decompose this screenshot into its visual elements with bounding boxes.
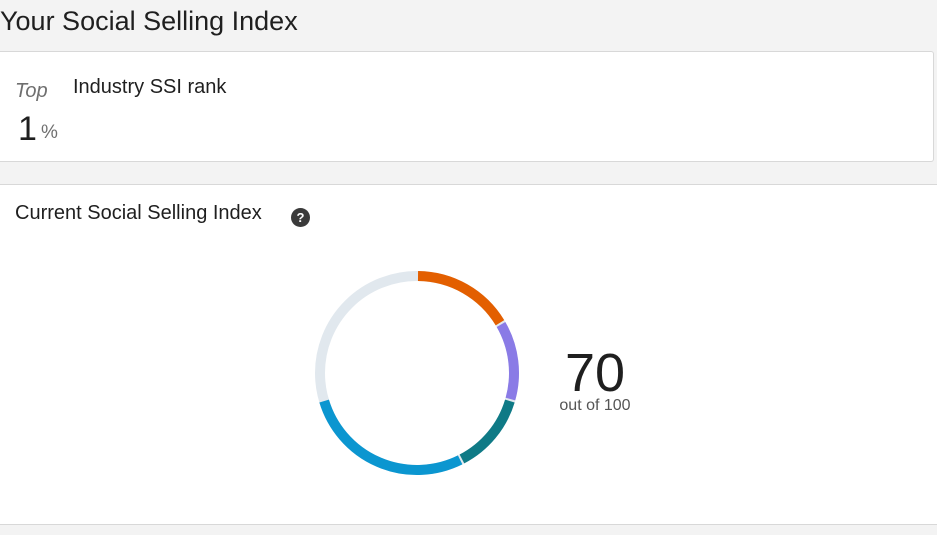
rank-value: 1 [18, 110, 37, 148]
rank-title: Industry SSI rank [73, 76, 227, 98]
rank-unit: % [41, 122, 58, 143]
ssi-title: Current Social Selling Index [15, 202, 262, 224]
page-title: Your Social Selling Index [0, 6, 298, 36]
donut-segment-1 [417, 271, 505, 326]
donut-segment-4 [319, 399, 463, 475]
question-circle-icon[interactable]: ? [291, 208, 310, 227]
ssi-score-caption: out of 100 [559, 397, 631, 414]
current-ssi-card: Current Social Selling Index ? 70 out of… [0, 184, 937, 525]
ssi-donut-chart [315, 271, 519, 475]
donut-segment-3 [459, 399, 515, 464]
ssi-score: 70 [564, 343, 626, 403]
donut-segment-2 [496, 322, 519, 401]
industry-rank-card: Top 1 % Industry SSI rank [0, 51, 934, 162]
rank-top-label: Top [15, 80, 48, 102]
